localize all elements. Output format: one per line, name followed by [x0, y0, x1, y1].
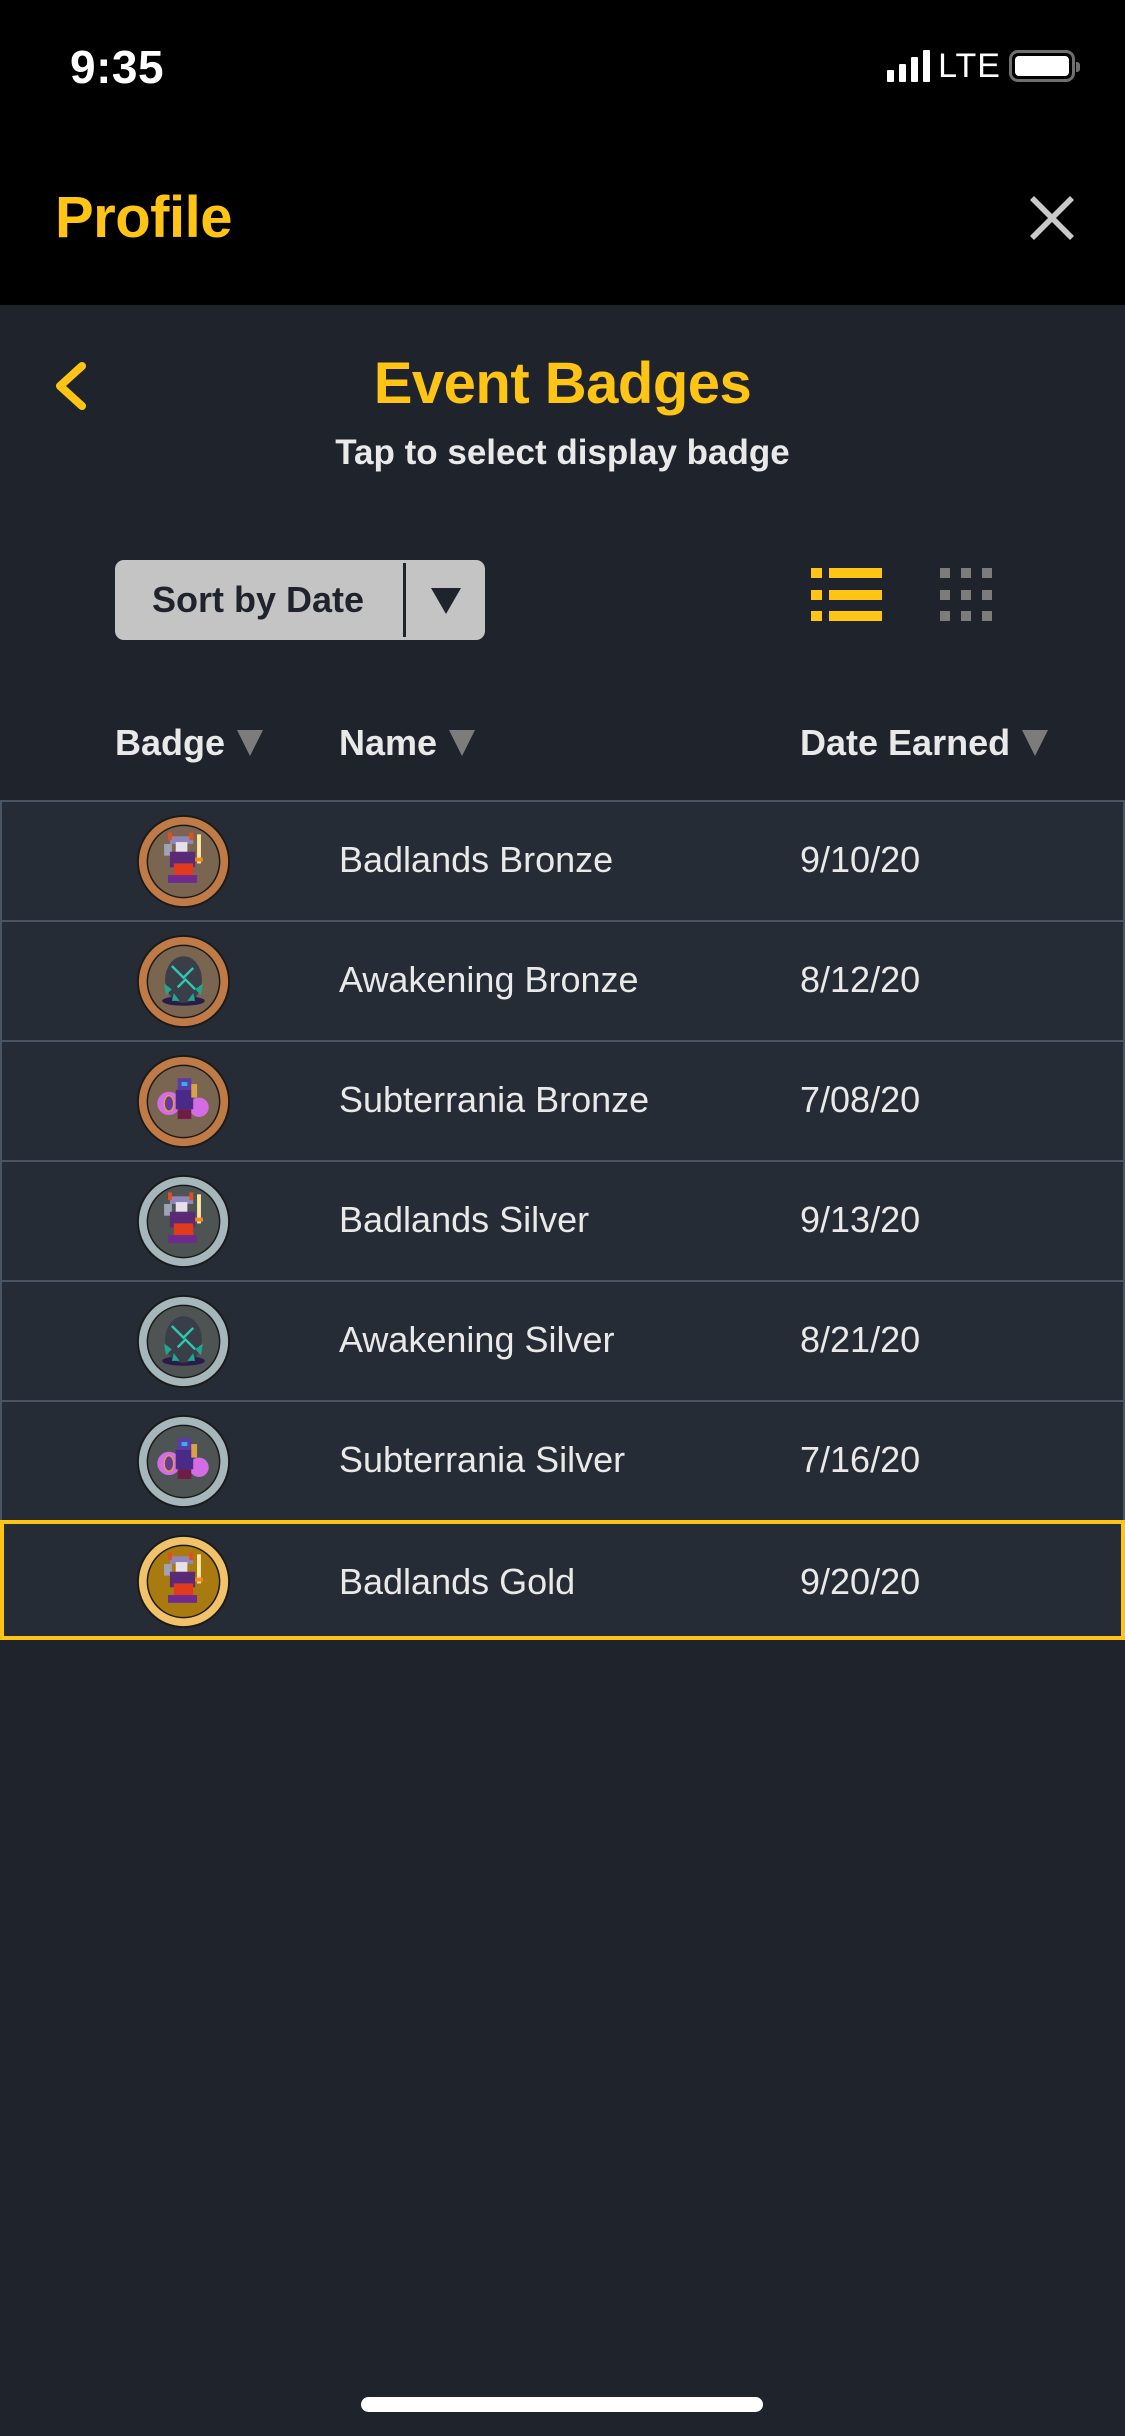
column-label: Name	[339, 722, 438, 763]
subterrania-silver-badge-icon	[136, 1414, 231, 1509]
caret-down-icon	[431, 588, 461, 614]
column-header-badge[interactable]: Badge	[115, 722, 264, 764]
column-header-name[interactable]: Name	[339, 722, 476, 764]
column-label: Badge	[115, 722, 226, 763]
sort-label: Sort by Date	[152, 579, 365, 620]
badlands-silver-badge-icon	[136, 1174, 231, 1269]
badge-name: Badlands Bronze	[339, 839, 614, 880]
app-header: 9:35 LTE Profile	[0, 0, 1125, 305]
grid-view-toggle[interactable]	[934, 562, 1000, 628]
list-view-icon	[811, 568, 882, 621]
badlands-gold-badge-icon	[136, 1534, 231, 1629]
badge-date: 7/08/20	[800, 1079, 921, 1120]
sort-divider	[403, 563, 406, 637]
subterrania-bronze-badge-icon	[136, 1054, 231, 1149]
badge-name: Subterrania Silver	[339, 1439, 626, 1480]
badge-name: Badlands Gold	[339, 1561, 576, 1602]
network-type: LTE	[938, 46, 1001, 85]
badge-date: 8/21/20	[800, 1319, 921, 1360]
sort-caret-icon	[1022, 730, 1049, 756]
close-x-icon	[1030, 196, 1074, 240]
column-label: Date Earned	[800, 722, 1011, 763]
badge-date: 8/12/20	[800, 959, 921, 1000]
signal-icon	[887, 50, 931, 82]
badge-name: Badlands Silver	[339, 1199, 590, 1240]
badge-list: Badlands Bronze 9/10/20 Awakening Bronze…	[0, 800, 1125, 1640]
sort-dropdown[interactable]: Sort by Date	[115, 560, 485, 640]
badge-row-selected[interactable]: Badlands Gold 9/20/20	[0, 1520, 1125, 1640]
badge-row[interactable]: Awakening Silver 8/21/20	[0, 1280, 1125, 1400]
badge-date: 9/20/20	[800, 1561, 921, 1602]
badge-row[interactable]: Awakening Bronze 8/12/20	[0, 920, 1125, 1040]
badge-name: Awakening Silver	[339, 1319, 615, 1360]
warrior-art	[164, 1552, 203, 1603]
awakening-silver-badge-icon	[136, 1294, 231, 1389]
badge-row[interactable]: Subterrania Bronze 7/08/20	[0, 1040, 1125, 1160]
close-button[interactable]	[1026, 192, 1078, 244]
home-indicator[interactable]	[361, 2397, 763, 2412]
badge-row[interactable]: Subterrania Silver 7/16/20	[0, 1400, 1125, 1520]
awakening-bronze-badge-icon	[136, 934, 231, 1029]
badge-name: Awakening Bronze	[339, 959, 639, 1000]
page-subtitle: Tap to select display badge	[335, 433, 790, 472]
badge-row[interactable]: Badlands Bronze 9/10/20	[0, 800, 1125, 920]
list-view-toggle[interactable]	[805, 562, 889, 628]
warrior-art	[164, 1192, 203, 1243]
badge-date: 7/16/20	[800, 1439, 921, 1480]
grid-view-icon	[940, 568, 992, 621]
sort-caret-icon	[449, 730, 476, 756]
sort-caret-icon	[237, 730, 264, 756]
badge-row[interactable]: Badlands Silver 9/13/20	[0, 1160, 1125, 1280]
warrior-art	[164, 832, 203, 883]
header-title: Profile	[55, 185, 233, 250]
column-header-date-earned[interactable]: Date Earned	[800, 722, 1049, 764]
badge-name: Subterrania Bronze	[339, 1079, 650, 1120]
badlands-bronze-badge-icon	[136, 814, 231, 909]
badge-date: 9/10/20	[800, 839, 921, 880]
badge-date: 9/13/20	[800, 1199, 921, 1240]
battery-icon	[1009, 50, 1080, 82]
status-time: 9:35	[70, 41, 165, 93]
page-title: Event Badges	[373, 351, 752, 416]
status-indicators: LTE	[887, 46, 1080, 85]
